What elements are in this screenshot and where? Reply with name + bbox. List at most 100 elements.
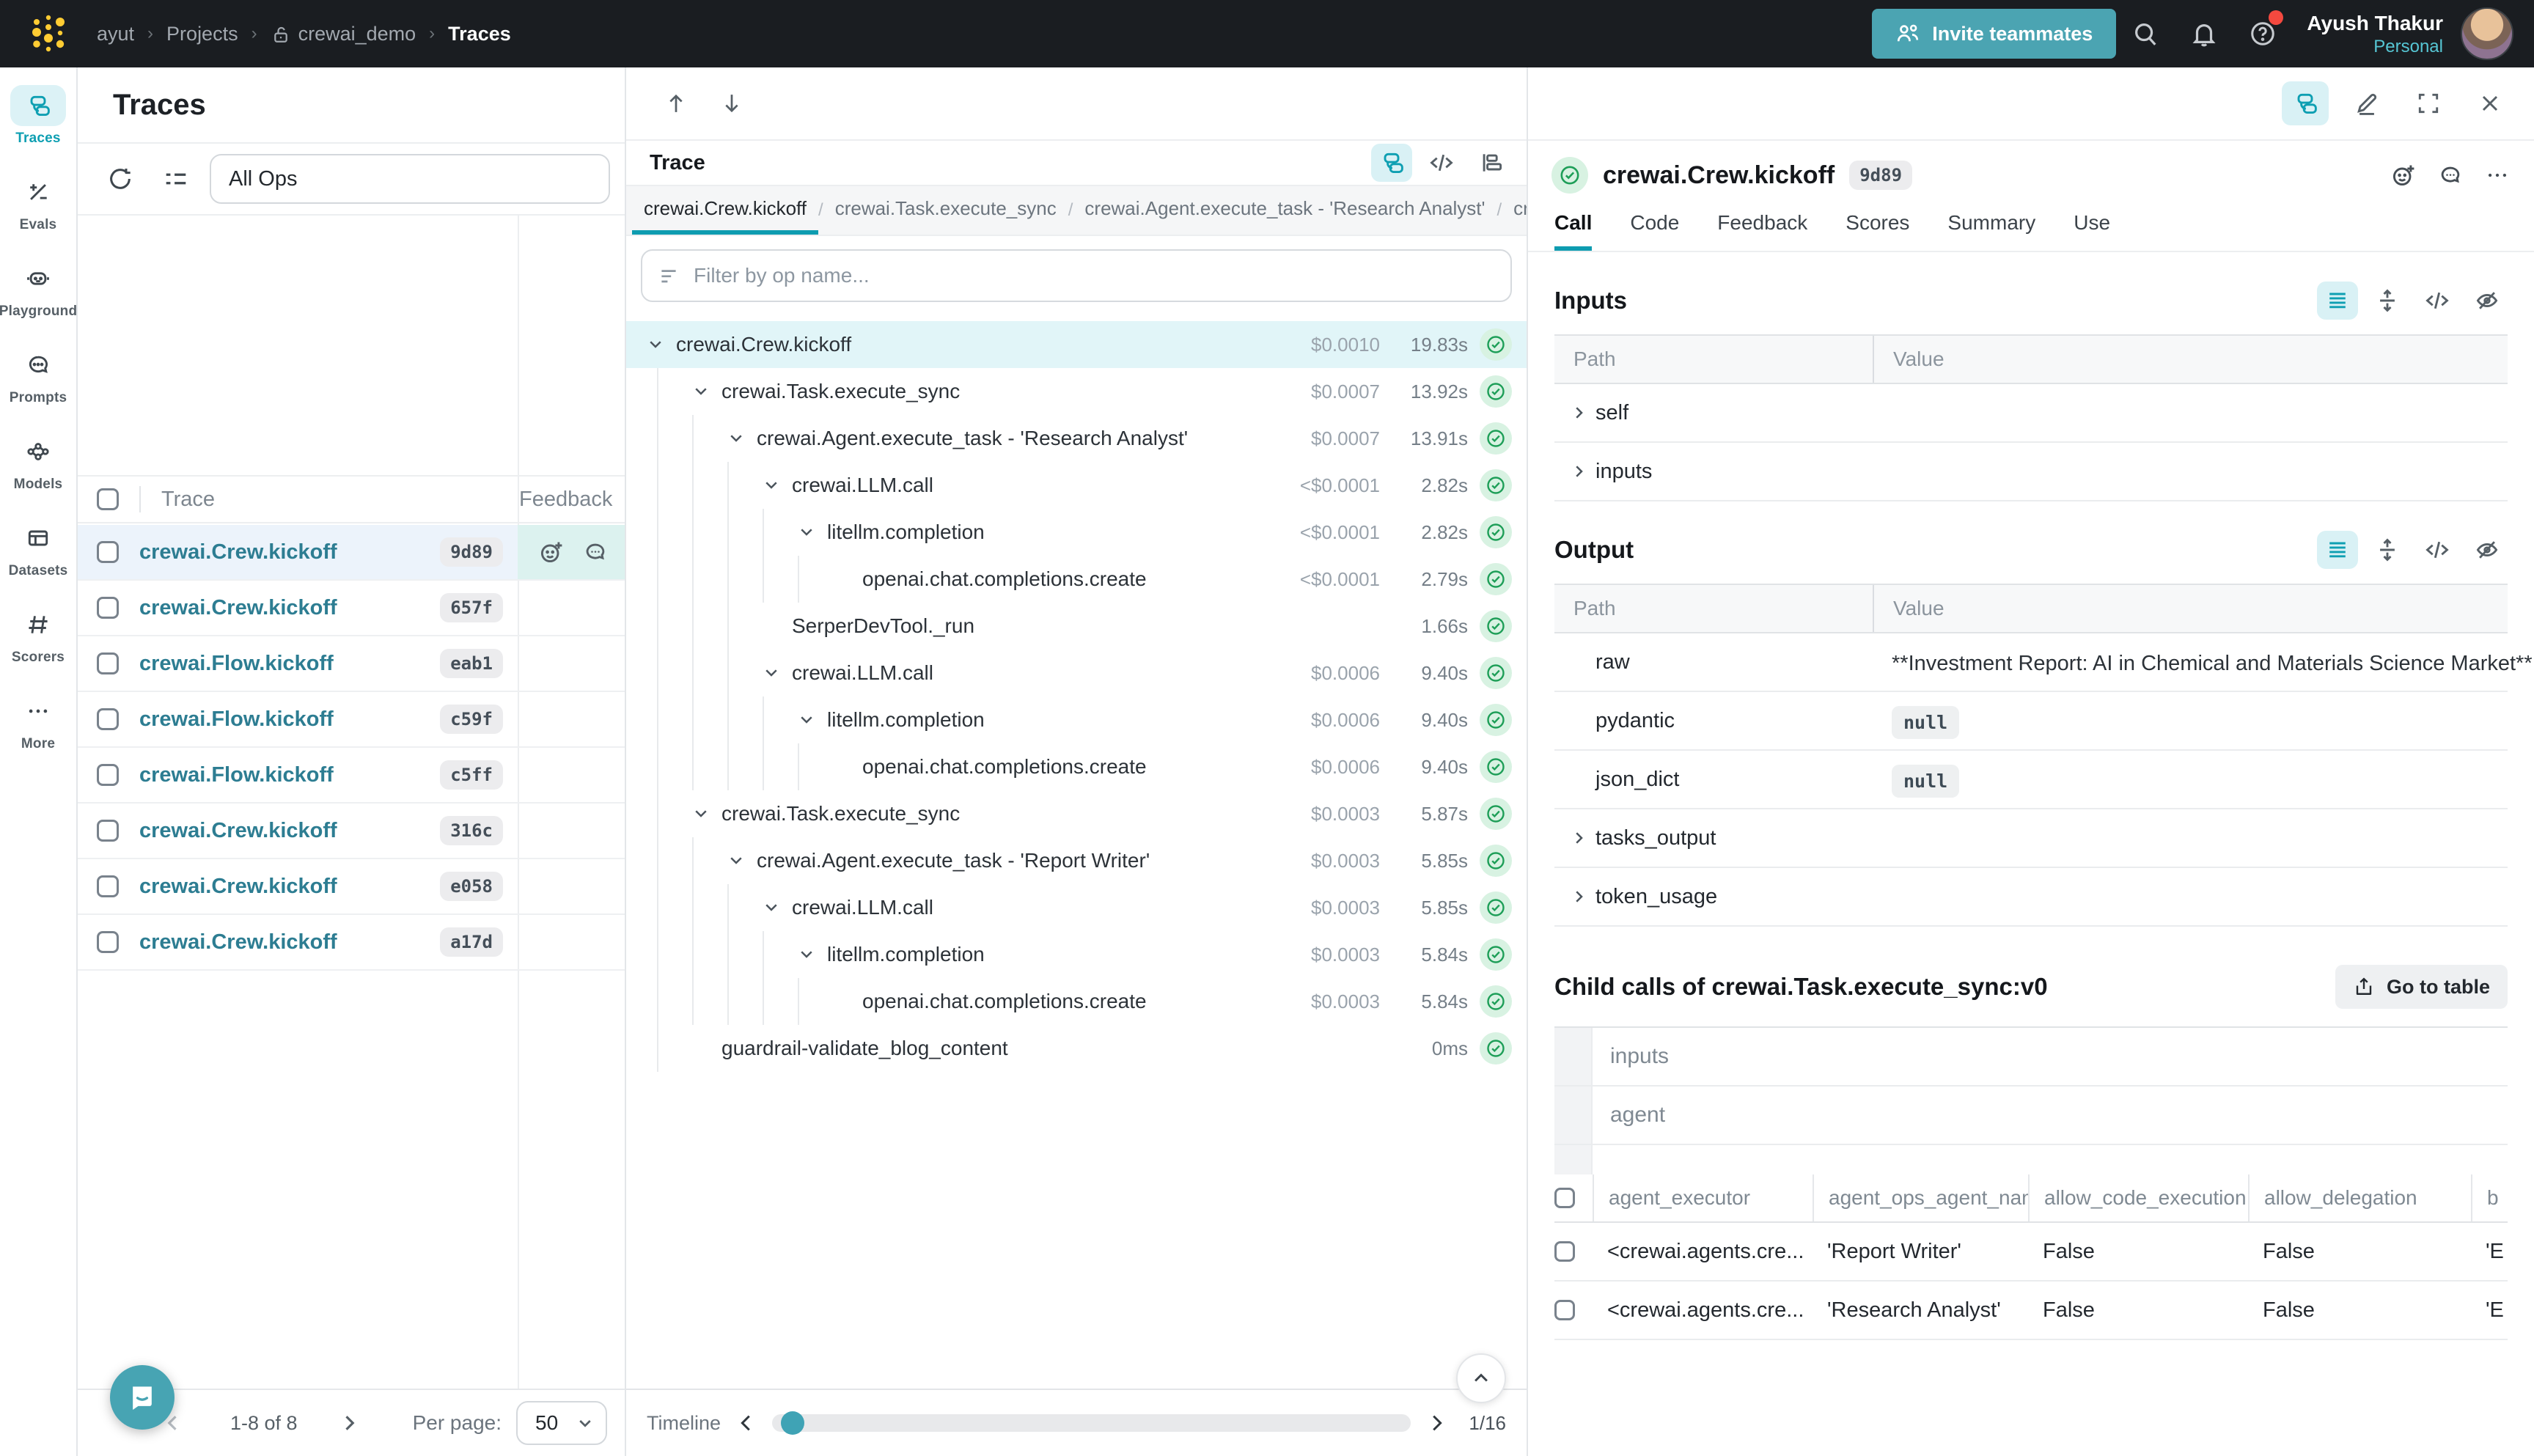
call-tree-row[interactable]: crewai.Task.execute_sync$0.000713.92s	[626, 368, 1527, 415]
timeline-prev-icon[interactable]	[735, 1412, 757, 1434]
expand-icon[interactable]	[2405, 81, 2452, 125]
comment-icon[interactable]	[582, 539, 609, 565]
wandb-logo[interactable]	[26, 12, 70, 56]
breadcrumb-item-Projects[interactable]: Projects	[166, 23, 238, 45]
help-icon[interactable]	[2233, 4, 2292, 63]
chevron-down-icon[interactable]	[692, 805, 721, 823]
sidebar-item-more[interactable]: More	[0, 691, 76, 752]
table-row[interactable]: crewai.Crew.kickoffa17d	[78, 915, 625, 971]
call-tree-row[interactable]: crewai.LLM.call$0.00069.40s	[626, 650, 1527, 696]
tree-icon[interactable]	[2282, 81, 2329, 125]
chevron-down-icon[interactable]	[647, 336, 676, 353]
trace-op-link[interactable]: crewai.Flow.kickoff	[139, 763, 440, 787]
breadcrumb-item-crewai_demo[interactable]: crewai_demo	[271, 23, 416, 45]
column-header-agent_ops_agent_nam[interactable]: agent_ops_agent_nam	[1813, 1174, 2028, 1221]
ops-filter-select[interactable]: All Ops	[210, 154, 610, 204]
chevron-right-icon[interactable]	[1563, 463, 1595, 480]
chevron-right-icon[interactable]	[1563, 404, 1595, 422]
chat-launcher-button[interactable]	[110, 1365, 175, 1430]
next-call-down-icon[interactable]	[711, 86, 752, 121]
row-checkbox[interactable]	[97, 541, 119, 563]
call-tree-row[interactable]: crewai.LLM.call<$0.00012.82s	[626, 462, 1527, 509]
column-header-agent_executor[interactable]: agent_executor	[1593, 1174, 1813, 1221]
chevron-down-icon[interactable]	[763, 664, 792, 682]
call-tree-row[interactable]: guardrail-validate_blog_content0ms	[626, 1025, 1527, 1072]
call-tree-row[interactable]: litellm.completion$0.00069.40s	[626, 696, 1527, 743]
trace-op-link[interactable]: crewai.Crew.kickoff	[139, 596, 440, 620]
trace-path-tab[interactable]: crewai.Crew.kickoff	[632, 186, 818, 235]
row-checkbox[interactable]	[97, 931, 119, 953]
call-tree-row[interactable]: crewai.Agent.execute_task - 'Report Writ…	[626, 837, 1527, 884]
table-row[interactable]: crewai.Crew.kickoff657f	[78, 581, 625, 636]
table-row[interactable]: crewai.Flow.kickoffc59f	[78, 692, 625, 748]
comment-icon[interactable]	[2437, 162, 2464, 188]
go-to-table-button[interactable]: Go to table	[2335, 965, 2508, 1009]
avatar[interactable]	[2461, 7, 2513, 60]
call-tree-row[interactable]: openai.chat.completions.create<$0.00012.…	[626, 556, 1527, 603]
column-header-b[interactable]: b	[2471, 1174, 2508, 1221]
close-icon[interactable]	[2467, 81, 2513, 125]
tab-use[interactable]: Use	[2074, 211, 2110, 251]
chevron-down-icon[interactable]	[692, 383, 721, 400]
table-row[interactable]: crewai.Flow.kickoffc5ff	[78, 748, 625, 804]
trace-op-link[interactable]: crewai.Crew.kickoff	[139, 875, 440, 899]
call-tree-row[interactable]: litellm.completion$0.00035.84s	[626, 931, 1527, 978]
sidebar-item-datasets[interactable]: Datasets	[0, 518, 76, 579]
tab-summary[interactable]: Summary	[1947, 211, 2035, 251]
chevron-down-icon[interactable]	[798, 946, 827, 963]
chevron-right-icon[interactable]	[1563, 829, 1595, 847]
call-tree-row[interactable]: crewai.Task.execute_sync$0.00035.87s	[626, 790, 1527, 837]
row-checkbox[interactable]	[1554, 1241, 1575, 1262]
table-row[interactable]: crewai.Crew.kickoffe058	[78, 859, 625, 915]
rows-icon[interactable]	[2317, 531, 2358, 569]
timeline-slider-handle[interactable]	[781, 1411, 804, 1435]
emoji-plus-icon[interactable]	[538, 539, 565, 565]
refresh-icon[interactable]	[98, 157, 142, 201]
op-filter-input[interactable]	[694, 264, 1496, 287]
prev-call-up-icon[interactable]	[655, 86, 697, 121]
code-icon[interactable]	[2417, 282, 2458, 320]
notifications-bell-icon[interactable]	[2175, 4, 2233, 63]
call-tree-row[interactable]: crewai.LLM.call$0.00035.85s	[626, 884, 1527, 931]
next-page-icon[interactable]	[327, 1401, 371, 1445]
row-checkbox[interactable]	[97, 875, 119, 897]
rows-icon[interactable]	[2317, 282, 2358, 320]
row-checkbox[interactable]	[1554, 1300, 1575, 1320]
chevron-right-icon[interactable]	[1563, 888, 1595, 905]
call-tree-row[interactable]: crewai.Crew.kickoff$0.001019.83s	[626, 321, 1527, 368]
table-row[interactable]: crewai.Flow.kickoffeab1	[78, 636, 625, 692]
table-row[interactable]: crewai.Crew.kickoff316c	[78, 804, 625, 859]
row-checkbox[interactable]	[97, 597, 119, 619]
row-checkbox[interactable]	[97, 708, 119, 730]
eye-off-icon[interactable]	[2467, 282, 2508, 320]
sidebar-item-models[interactable]: Models	[0, 431, 76, 493]
trace-op-link[interactable]: crewai.Flow.kickoff	[139, 707, 440, 732]
trace-path-tab[interactable]: crewai.Agent.execute_task - 'Research An…	[1073, 186, 1496, 235]
column-header-trace[interactable]: Trace	[161, 488, 499, 512]
trace-path-tab[interactable]: crewai.LLM.call	[1502, 186, 1527, 235]
timeline-slider[interactable]	[772, 1414, 1411, 1432]
call-tree-row[interactable]: crewai.Agent.execute_task - 'Research An…	[626, 415, 1527, 462]
gantt-view-icon[interactable]	[1471, 144, 1512, 182]
tab-feedback[interactable]: Feedback	[1717, 211, 1807, 251]
trace-op-link[interactable]: crewai.Crew.kickoff	[139, 819, 440, 843]
call-tree-row[interactable]: openai.chat.completions.create$0.00069.4…	[626, 743, 1527, 790]
trace-op-link[interactable]: crewai.Crew.kickoff	[139, 540, 440, 565]
row-checkbox[interactable]	[97, 764, 119, 786]
emoji-plus-icon[interactable]	[2390, 162, 2417, 188]
chevron-down-icon[interactable]	[727, 430, 757, 447]
tab-scores[interactable]: Scores	[1846, 211, 1909, 251]
invite-teammates-button[interactable]: Invite teammates	[1872, 9, 2116, 59]
chevron-down-icon[interactable]	[763, 899, 792, 916]
updown-icon[interactable]	[2367, 282, 2408, 320]
trace-op-link[interactable]: crewai.Flow.kickoff	[139, 652, 440, 676]
user-menu[interactable]: Ayush Thakur Personal	[2307, 10, 2443, 58]
child-call-row[interactable]: <crewai.agents.cre...'Report Writer'Fals…	[1554, 1223, 2508, 1282]
tab-code[interactable]: Code	[1630, 211, 1679, 251]
select-all-checkbox[interactable]	[97, 488, 119, 510]
column-header-allow_code_execution[interactable]: allow_code_execution	[2028, 1174, 2248, 1221]
select-all-checkbox[interactable]	[1554, 1188, 1575, 1208]
pencil-icon[interactable]	[2343, 81, 2390, 125]
collapse-timeline-button[interactable]	[1456, 1353, 1506, 1403]
child-call-row[interactable]: <crewai.agents.cre...'Research Analyst'F…	[1554, 1282, 2508, 1340]
